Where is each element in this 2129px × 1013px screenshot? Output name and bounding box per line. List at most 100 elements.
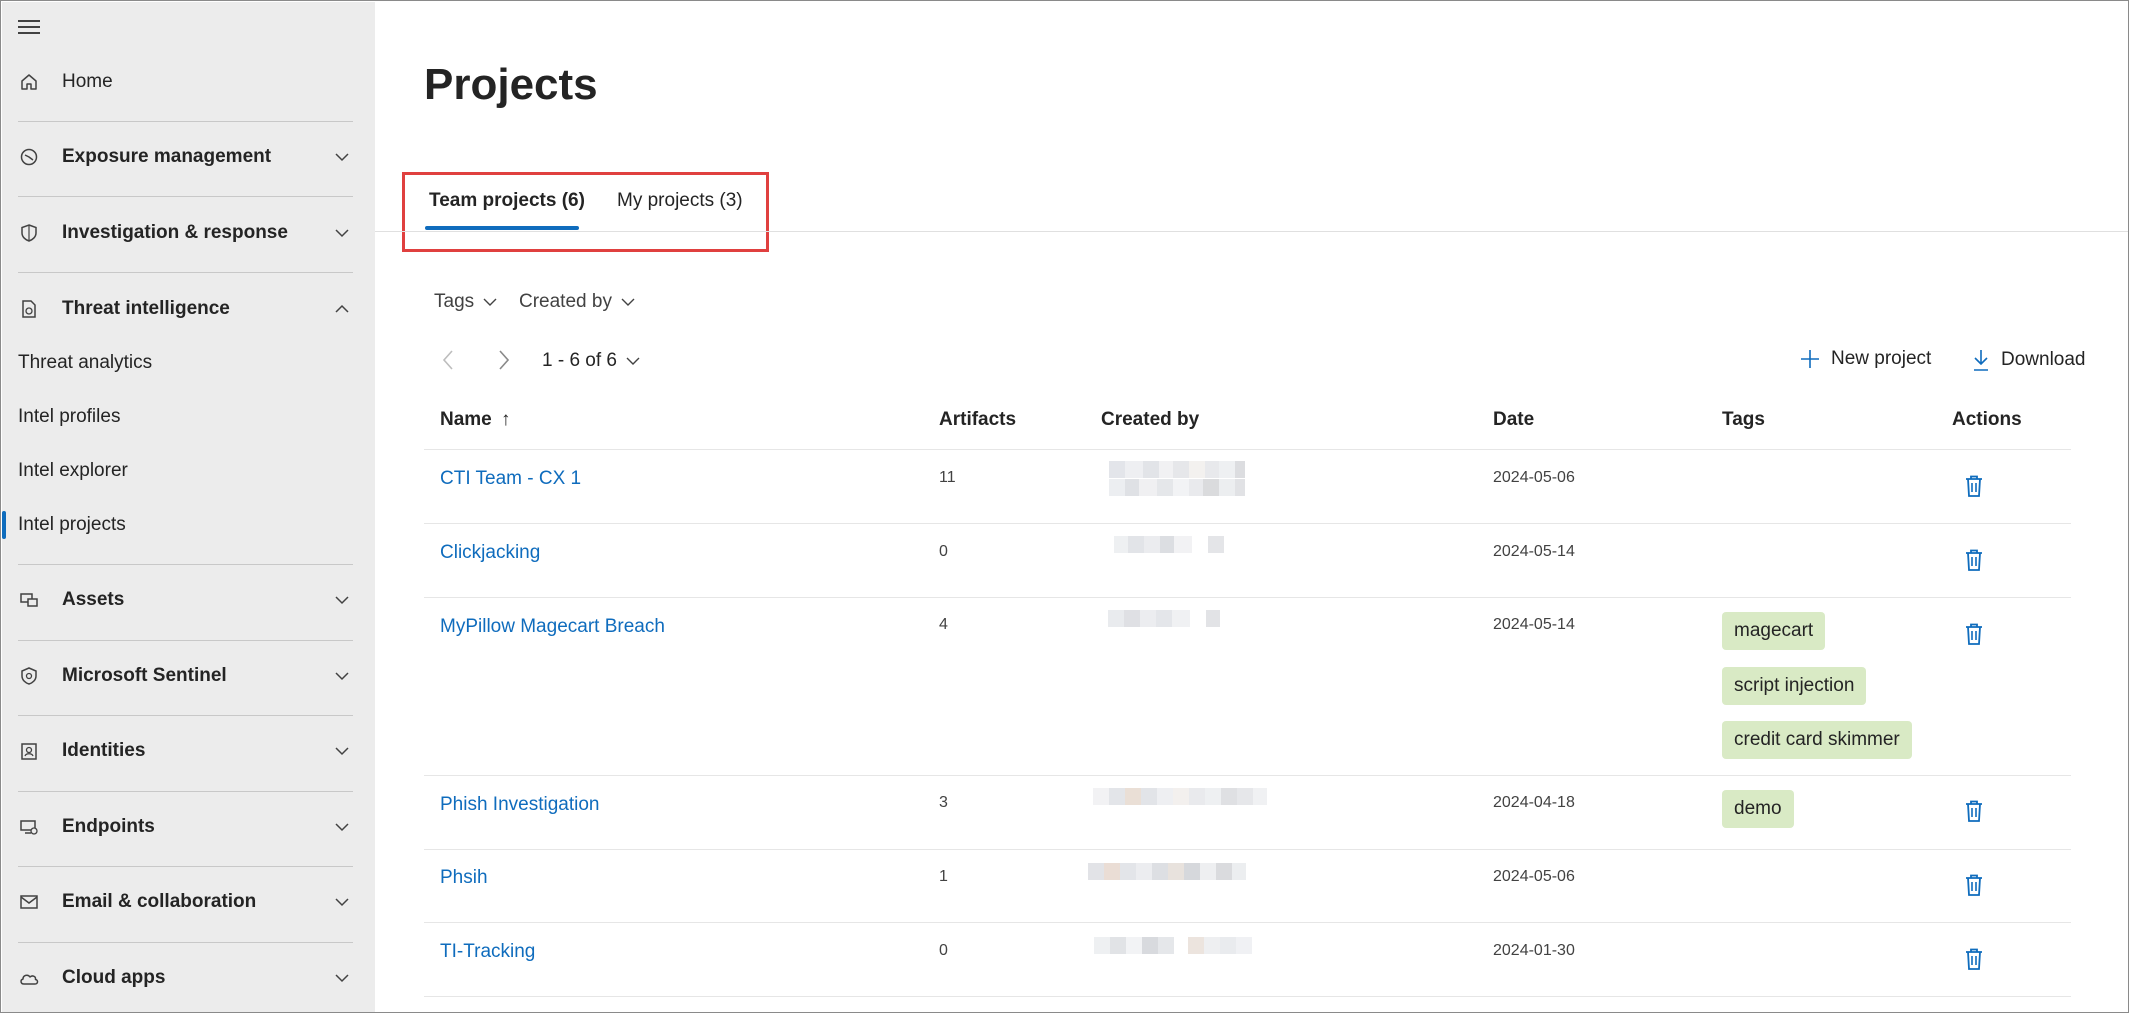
divider <box>18 640 353 641</box>
row-divider <box>424 922 2071 923</box>
chevron-down-icon <box>483 298 497 306</box>
date-cell: 2024-05-14 <box>1493 543 1575 560</box>
redacted-creator <box>1088 863 1246 897</box>
tags-filter[interactable]: Tags <box>434 291 498 313</box>
artifacts-count: 0 <box>939 942 948 959</box>
sidebar-item-microsoft-sentinel[interactable]: Microsoft Sentinel <box>2 648 375 704</box>
project-name-link[interactable]: TI-Tracking <box>440 941 535 963</box>
sidebar-item-email-collaboration[interactable]: Email & collaboration <box>2 874 375 930</box>
column-header-artifacts[interactable]: Artifacts <box>939 409 1016 431</box>
exposure-icon <box>18 146 40 168</box>
sidebar-item-label: Assets <box>62 589 125 610</box>
delete-icon[interactable] <box>1964 799 1984 823</box>
plus-icon <box>1801 350 1819 368</box>
column-header-created-by[interactable]: Created by <box>1101 409 1199 431</box>
project-name-link[interactable]: Phsih <box>440 867 488 889</box>
sidebar-item-label: Exposure management <box>62 146 272 167</box>
sidebar-item-label: Threat intelligence <box>62 298 230 319</box>
mail-icon <box>18 891 40 913</box>
project-name-link[interactable]: MyPillow Magecart Breach <box>440 616 665 638</box>
tag-chip[interactable]: demo <box>1722 790 1794 828</box>
tab-my-projects[interactable]: My projects (3) <box>617 190 743 212</box>
row-divider <box>424 523 2071 524</box>
divider <box>18 121 353 122</box>
chevron-down-icon <box>335 823 349 832</box>
sidebar-item-threat-analytics[interactable]: Threat analytics <box>2 338 375 388</box>
tab-team-projects[interactable]: Team projects (6) <box>429 190 585 212</box>
date-cell: 2024-05-14 <box>1493 616 1575 633</box>
row-divider <box>424 996 2071 997</box>
sidebar-item-identities[interactable]: Identities <box>2 723 375 779</box>
delete-icon[interactable] <box>1964 622 1984 646</box>
column-header-date[interactable]: Date <box>1493 409 1534 431</box>
artifacts-count: 11 <box>939 469 956 486</box>
sidebar-item-threat-intelligence[interactable]: Threat intelligence <box>2 281 375 337</box>
identity-icon <box>18 740 40 762</box>
new-project-label: New project <box>1831 348 1932 369</box>
artifacts-count: 3 <box>939 794 948 811</box>
sidebar-item-exposure-management[interactable]: Exposure management <box>2 129 375 185</box>
date-cell: 2024-04-18 <box>1493 794 1575 811</box>
date-cell: 2024-05-06 <box>1493 868 1575 885</box>
tag-chip[interactable]: credit card skimmer <box>1722 721 1912 759</box>
shield-icon <box>18 222 40 244</box>
delete-icon[interactable] <box>1964 474 1984 498</box>
delete-icon[interactable] <box>1964 947 1984 971</box>
chevron-down-icon <box>335 153 349 162</box>
sidebar-item-cloud-apps[interactable]: Cloud apps <box>2 950 375 1006</box>
delete-icon[interactable] <box>1964 873 1984 897</box>
filter-label: Created by <box>519 291 612 312</box>
chevron-down-icon <box>335 898 349 907</box>
download-icon <box>1974 350 1988 371</box>
chevron-up-icon <box>335 304 349 313</box>
sidebar-subitem-label: Intel profiles <box>18 406 121 427</box>
pagination-range[interactable]: 1 - 6 of 6 <box>542 350 641 372</box>
redacted-creator <box>1094 937 1252 971</box>
divider <box>18 715 353 716</box>
created-by-filter[interactable]: Created by <box>519 291 636 313</box>
project-name-link[interactable]: Clickjacking <box>440 542 540 564</box>
divider <box>18 196 353 197</box>
chevron-down-icon <box>335 229 349 238</box>
sidebar-item-intel-explorer[interactable]: Intel explorer <box>2 446 375 496</box>
sidebar-item-home[interactable]: Home <box>2 54 375 110</box>
tabs-highlight-box <box>402 172 769 252</box>
project-name-link[interactable]: Phish Investigation <box>440 794 600 816</box>
app-frame: Home Exposure management Investigation &… <box>0 0 2129 1013</box>
hamburger-menu-icon[interactable] <box>18 20 42 36</box>
chevron-down-icon <box>335 596 349 605</box>
chevron-right-icon[interactable] <box>493 348 513 372</box>
sidebar-item-intel-profiles[interactable]: Intel profiles <box>2 392 375 442</box>
project-name-link[interactable]: CTI Team - CX 1 <box>440 468 581 490</box>
chevron-down-icon <box>621 298 635 306</box>
sidebar-item-label: Identities <box>62 740 146 761</box>
row-divider <box>424 775 2071 776</box>
sidebar-item-investigation-response[interactable]: Investigation & response <box>2 205 375 261</box>
redacted-creator <box>1114 536 1224 570</box>
divider <box>18 791 353 792</box>
divider <box>18 942 353 943</box>
delete-icon[interactable] <box>1964 548 1984 572</box>
sidebar-item-label: Microsoft Sentinel <box>62 665 227 686</box>
new-project-button[interactable]: New project <box>1799 348 1931 370</box>
sentinel-icon <box>18 665 40 687</box>
tag-chip[interactable]: magecart <box>1722 612 1826 650</box>
download-button[interactable]: Download <box>1971 348 2086 372</box>
column-header-name[interactable]: Name ↑ <box>440 409 511 431</box>
header-divider <box>424 449 2071 450</box>
active-tab-indicator <box>425 226 579 230</box>
column-header-tags[interactable]: Tags <box>1722 409 1765 431</box>
row-divider <box>424 597 2071 598</box>
sidebar-item-endpoints[interactable]: Endpoints <box>2 799 375 855</box>
divider <box>18 272 353 273</box>
sidebar-item-label: Endpoints <box>62 816 155 837</box>
cloud-icon <box>18 967 40 989</box>
sidebar-item-assets[interactable]: Assets <box>2 572 375 628</box>
chevron-left-icon[interactable] <box>439 348 459 372</box>
redacted-creator <box>1093 788 1267 822</box>
sidebar-item-label: Email & collaboration <box>62 891 257 912</box>
tag-chip[interactable]: script injection <box>1722 667 1867 705</box>
chevron-down-icon <box>335 974 349 983</box>
sidebar-item-intel-projects[interactable]: Intel projects <box>2 500 375 550</box>
chevron-down-icon <box>335 747 349 756</box>
